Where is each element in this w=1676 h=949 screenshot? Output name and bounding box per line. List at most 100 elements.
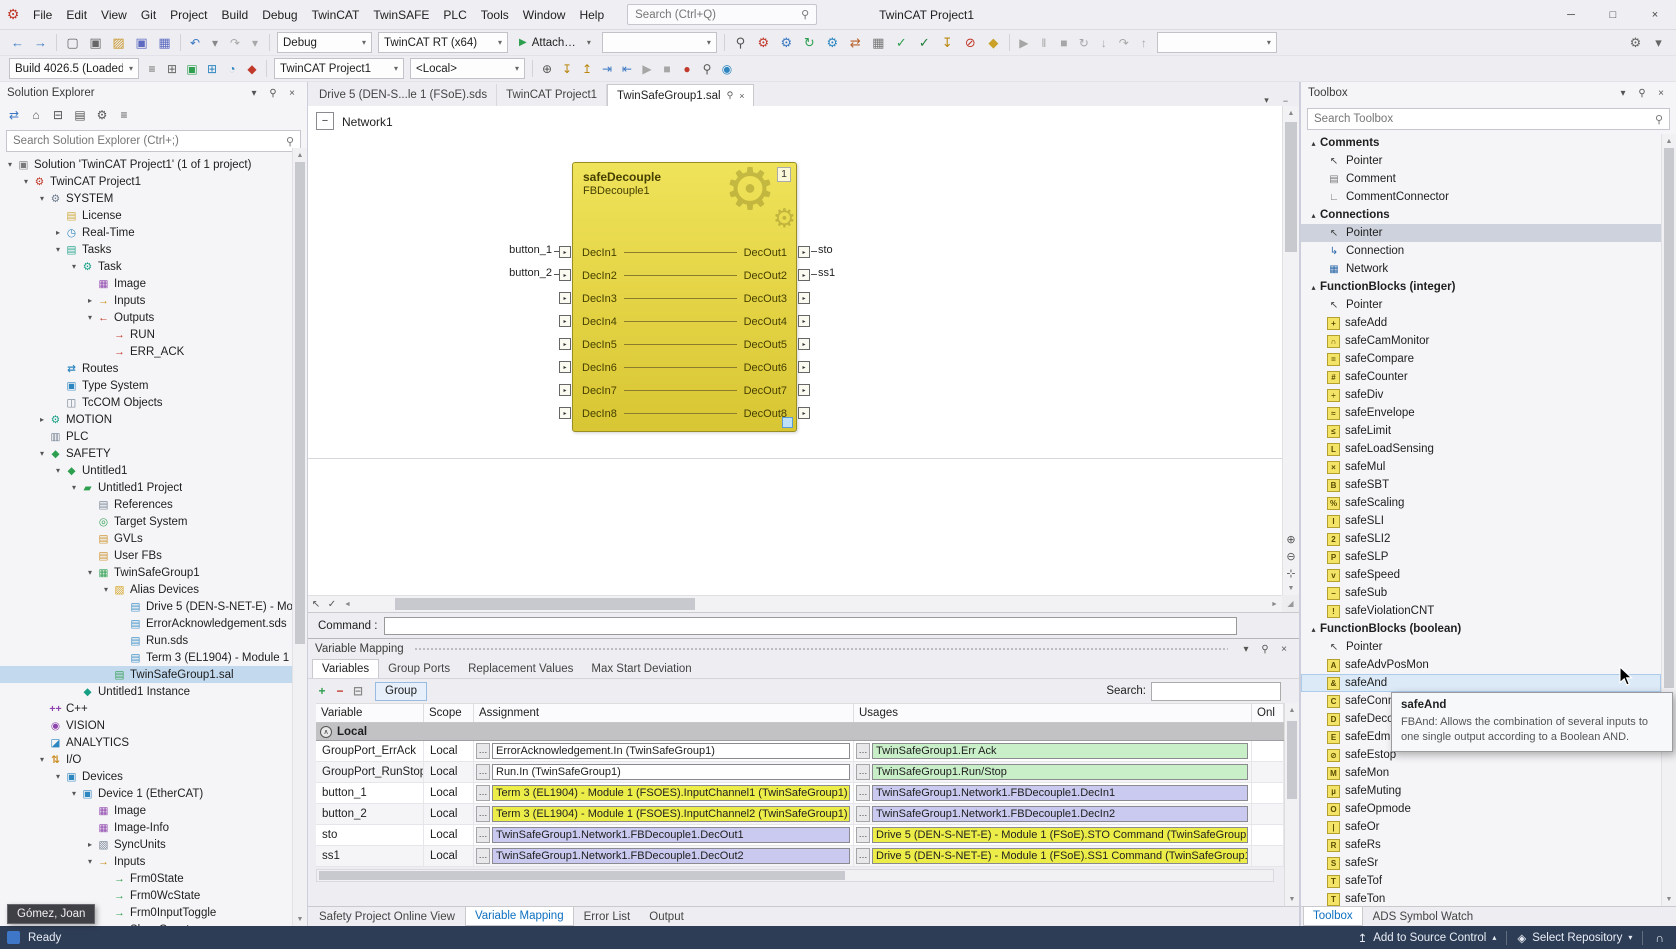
tab-drive5-fsoe-sds[interactable]: Drive 5 (DEN-S...le 1 (FSoE).sds [310,84,497,106]
scrollbar-thumb[interactable] [1285,122,1297,252]
scroll-up-icon[interactable]: ▲ [1662,134,1676,148]
tree-item[interactable]: ▾ ▦ TwinSafeGroup1 [0,564,292,581]
menu-item[interactable]: Git [134,0,163,29]
fb-input-pin[interactable]: DecIn2 [582,270,617,282]
tree-item[interactable]: → RUN [0,326,292,343]
menu-item[interactable]: File [26,0,59,29]
network-editor-canvas[interactable]: − Network1 ⚙ ⚙ 1 safeDecouple FBDecouple… [308,106,1299,612]
deploy-icon[interactable]: ⊞ [162,58,182,80]
signal-label-button-1[interactable]: button_1 [476,244,552,256]
safety-stop-icon[interactable]: ■ [657,58,677,80]
input-connector-icon[interactable]: ▸ [559,384,571,396]
find-icon[interactable]: ⚲ [729,32,752,54]
tab-replacement-values[interactable]: Replacement Values [459,659,582,678]
step-out-icon[interactable]: ↑ [1134,32,1154,54]
tree-item[interactable]: ▦ Image [0,275,292,292]
browse-button[interactable]: … [476,785,490,801]
scrollbar-thumb[interactable] [1287,721,1297,799]
close-icon[interactable]: × [1276,641,1292,657]
variable-search-input[interactable] [1151,682,1281,701]
scrollbar-thumb[interactable] [1664,148,1674,688]
toolbox-item[interactable]: ! safeViolationCNT [1301,602,1661,620]
tree-item[interactable]: ◪ ANALYTICS [0,734,292,751]
restart-twincat-icon[interactable]: ↻ [798,32,821,54]
table-row[interactable]: GroupPort_ErrAck Local … ErrorAcknowledg… [316,741,1284,762]
global-search-input[interactable]: Search (Ctrl+Q) ⚲ [627,4,817,25]
fb-output-pin[interactable]: DecOut7 [744,385,787,397]
delete-icon[interactable]: ⊟ [349,682,367,700]
collapse-group-icon[interactable]: ∧ [320,726,332,738]
expander-icon[interactable]: ▾ [52,245,64,254]
tree-item[interactable]: ▸ → Inputs [0,292,292,309]
tree-item[interactable]: ▤ TwinSafeGroup1.sal [0,666,292,683]
pan-icon[interactable]: ⊹ [1284,566,1299,581]
tree-item[interactable]: ++ C++ [0,700,292,717]
table-row[interactable]: sto Local … TwinSafeGroup1.Network1.FBDe… [316,825,1284,846]
expander-icon[interactable]: ▾ [36,449,48,458]
twincat-settings-icon[interactable]: ⚙ [752,32,775,54]
input-connector-icon[interactable]: ▸ [559,315,571,327]
tree-item[interactable]: → Frm0State [0,870,292,887]
browse-button[interactable]: … [856,848,870,864]
scope-cell[interactable]: Local [424,804,474,824]
toolbox-item[interactable]: ↖ Pointer [1301,152,1661,170]
toolbox-item[interactable]: R safeRs [1301,836,1661,854]
tree-item[interactable]: ▤ Run.sds [0,632,292,649]
show-realtime-icon[interactable]: ▦ [867,32,890,54]
fb-output-pin[interactable]: DecOut2 [744,270,787,282]
tab-max-start-deviation[interactable]: Max Start Deviation [582,659,700,678]
empty-combo[interactable]: ▾ [1157,32,1277,53]
command-input[interactable] [384,617,1237,635]
undo-icon[interactable]: ↶ [185,32,205,54]
tree-item[interactable]: ▾ ⚙ Task [0,258,292,275]
scroll-down-icon[interactable]: ▼ [1662,892,1676,906]
toolbox-item[interactable]: 2 safeSLI2 [1301,530,1661,548]
zoom-out-icon[interactable]: ⊖ [1284,549,1299,564]
table-row[interactable]: ss1 Local … TwinSafeGroup1.Network1.FBDe… [316,846,1284,867]
tab-error-list[interactable]: Error List [575,907,640,926]
resize-corner-icon[interactable]: ◢ [1282,595,1299,612]
safety-info-icon[interactable]: ◉ [717,58,737,80]
usages-field[interactable]: TwinSafeGroup1.Network1.FBDecouple1.DecI… [872,806,1248,822]
assignment-field[interactable]: Term 3 (EL1904) - Module 1 (FSOES).Input… [492,785,850,801]
toolbox-item[interactable]: ∩ safeCamMonitor [1301,332,1661,350]
solution-config-icon[interactable]: ≡ [142,58,162,80]
tree-item[interactable]: ▾ ⚙ TwinCAT Project1 [0,173,292,190]
expander-icon[interactable]: ▾ [68,483,80,492]
add-to-source-control-button[interactable]: ↥ Add to Source Control ▴ [1348,926,1507,949]
collapse-all-icon[interactable]: ⊟ [48,104,68,126]
fb-input-pin[interactable]: DecIn7 [582,385,617,397]
toolbox-item[interactable]: T safeTof [1301,872,1661,890]
tab-safety-project-online-view[interactable]: Safety Project Online View [310,907,464,926]
assignment-field[interactable]: ErrorAcknowledgement.In (TwinSafeGroup1) [492,743,850,759]
expander-icon[interactable]: ▾ [20,177,32,186]
canvas-horizontal-scrollbar[interactable]: ↖ ✓ ◄ ► [308,595,1282,612]
fb-input-pin[interactable]: DecIn6 [582,362,617,374]
usages-field[interactable]: TwinSafeGroup1.Run/Stop [872,764,1248,780]
browse-button[interactable]: … [476,848,490,864]
tree-item[interactable]: ▤ GVLs [0,530,292,547]
home-icon[interactable]: ⌂ [26,104,46,126]
start-icon[interactable]: ▶ [1014,32,1034,54]
tree-item[interactable]: ◉ VISION [0,717,292,734]
solution-search-input[interactable]: Search Solution Explorer (Ctrl+;) ⚲ [6,130,301,152]
resize-handle[interactable] [782,417,793,428]
panel-menu-icon[interactable]: ▾ [1238,641,1254,657]
assignment-field[interactable]: Term 3 (EL1904) - Module 1 (FSOES).Input… [492,806,850,822]
tree-item[interactable]: ▾ ▣ Solution 'TwinCAT Project1' (1 of 1 … [0,156,292,173]
scroll-left-icon[interactable]: ◄ [340,601,355,608]
signal-label-ss1[interactable]: ss1 [818,267,835,279]
open-file-icon[interactable]: ▨ [107,32,130,54]
toolbox-item[interactable]: ↖ Pointer [1301,638,1661,656]
toolbox-item[interactable]: ▴ Connections [1301,206,1661,224]
input-connector-icon[interactable]: ▸ [559,361,571,373]
section-expander-icon[interactable]: ▴ [1307,625,1320,634]
safety-logout-icon[interactable]: ⇤ [617,58,637,80]
table-row[interactable]: button_2 Local … Term 3 (EL1904) - Modul… [316,804,1284,825]
output-connector-icon[interactable]: ▸ [798,384,810,396]
maximize-button[interactable]: □ [1592,0,1634,29]
input-connector-icon[interactable]: ▸ [559,246,571,258]
toolbox-item[interactable]: ▴ FunctionBlocks (integer) [1301,278,1661,296]
tree-item[interactable]: ▾ ⚙ SYSTEM [0,190,292,207]
expander-icon[interactable]: ▾ [52,772,64,781]
